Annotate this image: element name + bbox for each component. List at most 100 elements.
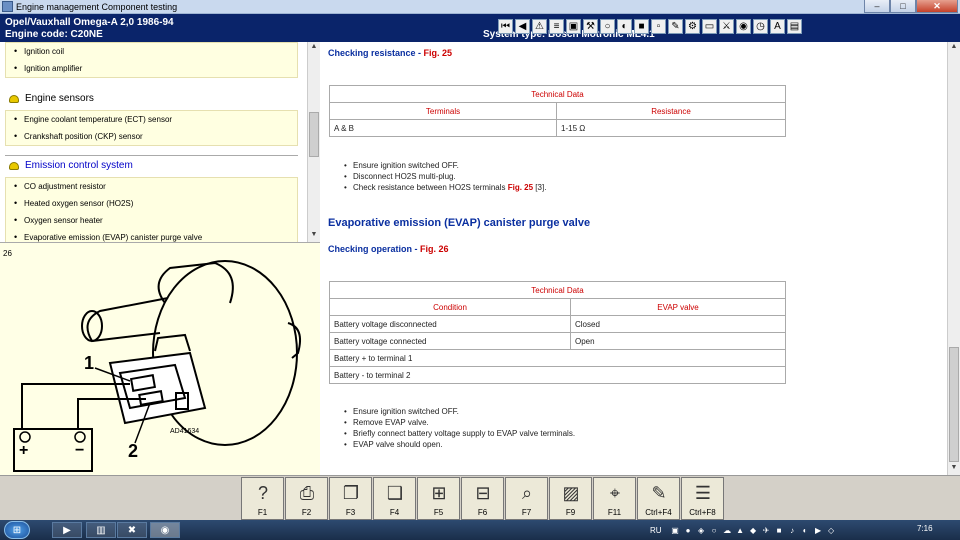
fkey-label: F2 [301, 508, 312, 517]
nav-item-ect-sensor[interactable]: • Engine coolant temperature (ECT) sensor [6, 111, 297, 128]
engine-icon[interactable]: ⚔ [719, 19, 734, 34]
fig-26-link[interactable]: Fig. 26 [420, 244, 449, 254]
nav-heading-emission-control[interactable]: Emission control system [5, 155, 298, 175]
tray-icon[interactable]: ◆ [748, 525, 759, 536]
system-tray: RU ▣ ● ◈ ○ ☁ ▲ ◆ ✈ ■ ♪ ◐ ▶ ◇ [650, 520, 837, 540]
app-icon[interactable]: ✖ [117, 522, 147, 538]
fkey-label: F4 [389, 508, 400, 517]
tray-icon[interactable]: ▶ [813, 525, 824, 536]
fig-25-link[interactable]: Fig. 25 [508, 183, 533, 192]
table-cell: 1-15 Ω [556, 119, 786, 137]
nav-item-evap-valve[interactable]: • Evaporative emission (EVAP) canister pu… [6, 229, 297, 242]
warning-lamp-icon [9, 162, 19, 170]
minimize-button[interactable]: – [864, 0, 890, 13]
content-scrollbar[interactable]: ▲ ▼ [947, 42, 960, 475]
list-icon: ☰ [694, 483, 712, 503]
text-icon[interactable]: A [770, 19, 785, 34]
fkey-label: F5 [433, 508, 444, 517]
settings-icon[interactable]: ⚙ [685, 19, 700, 34]
fkey-f5[interactable]: ⊞ F5 [417, 477, 460, 520]
chart-icon[interactable]: ≡ [549, 19, 564, 34]
clock-icon[interactable]: ◷ [753, 19, 768, 34]
fkey-ctrl-f4[interactable]: ✎ Ctrl+F4 [637, 477, 680, 520]
fkey-label: F6 [477, 508, 488, 517]
bulb-icon[interactable]: ◉ [736, 19, 751, 34]
nav-item-oxygen-heater[interactable]: • Oxygen sensor heater [6, 212, 297, 229]
prev-icon[interactable]: ◀ [515, 19, 530, 34]
table-cell: Open [570, 332, 786, 350]
maximize-button[interactable]: □ [890, 0, 916, 13]
media-player-icon[interactable]: ▶ [52, 522, 82, 538]
scroll-up-icon[interactable]: ▲ [949, 43, 959, 53]
tray-icon[interactable]: ◐ [800, 525, 811, 536]
page-icon[interactable]: ▤ [787, 19, 802, 34]
nav-item-co-resistor[interactable]: • CO adjustment resistor [6, 178, 297, 195]
fkey-f1[interactable]: ? F1 [241, 477, 284, 520]
window-controls: – □ ✕ [864, 0, 958, 13]
tray-icon[interactable]: ◇ [826, 525, 837, 536]
fkey-f11[interactable]: ⌖ F11 [593, 477, 636, 520]
fkey-f4[interactable]: ❑ F4 [373, 477, 416, 520]
first-icon[interactable]: ⏮ [498, 19, 513, 34]
list-item: Briefly connect battery voltage supply t… [340, 428, 575, 439]
nav-item-ignition-amplifier[interactable]: • Ignition amplifier [6, 60, 297, 77]
fkey-f3[interactable]: ❐ F3 [329, 477, 372, 520]
language-indicator[interactable]: RU [650, 526, 662, 535]
list-item: Remove EVAP valve. [340, 417, 575, 428]
fkey-f7[interactable]: ⌕ F7 [505, 477, 548, 520]
image-icon[interactable]: ▣ [566, 19, 581, 34]
nav-item-label: Ignition amplifier [24, 64, 83, 73]
tray-icon[interactable]: ✈ [761, 525, 772, 536]
nav-scrollbar[interactable]: ▲ ▼ [307, 42, 320, 242]
section-heading-evap: Evaporative emission (EVAP) canister pur… [328, 217, 591, 229]
close-button[interactable]: ✕ [916, 0, 958, 13]
nav-item-ckp-sensor[interactable]: • Crankshaft position (CKP) sensor [6, 128, 297, 145]
tray-icon[interactable]: ■ [774, 525, 785, 536]
scroll-down-icon[interactable]: ▼ [949, 464, 959, 474]
wheel-icon[interactable]: ○ [600, 19, 615, 34]
warning-icon[interactable]: ⚠ [532, 19, 547, 34]
nav-item-label: Crankshaft position (CKP) sensor [24, 132, 143, 141]
function-keys: ? F1 ⎙ F2 ❐ F3 ❑ F4 ⊞ F5 ⊟ F6 ⌕ F7 ▨ F9 ⌖ F11 ✎ Ctrl+F4 ☰ Ctr… [241, 477, 724, 520]
nav-item-ignition-coil[interactable]: • Ignition coil [6, 43, 297, 60]
table-cell: Battery - to terminal 2 [329, 366, 786, 384]
tray-icon[interactable]: ♪ [787, 525, 798, 536]
scroll-up-icon[interactable]: ▲ [309, 43, 319, 53]
explorer-icon[interactable]: ▥ [86, 522, 116, 538]
table-cell: Battery + to terminal 1 [329, 349, 786, 367]
step-text: [3]. [533, 183, 547, 192]
tray-icon[interactable]: ▣ [670, 525, 681, 536]
clock[interactable]: 7:16 [917, 524, 933, 533]
scroll-thumb[interactable] [309, 112, 319, 157]
tray-icon[interactable]: ▲ [735, 525, 746, 536]
car-icon[interactable]: ■ [634, 19, 649, 34]
title-bar: Engine management Component testing – □ … [0, 0, 960, 14]
battery-icon[interactable]: ▭ [702, 19, 717, 34]
tray-icon[interactable]: ● [683, 525, 694, 536]
component-icon: ▨ [562, 483, 580, 503]
help-icon: ? [257, 483, 268, 503]
nav-item-ho2s[interactable]: • Heated oxygen sensor (HO2S) [6, 195, 297, 212]
nav-heading-engine-sensors[interactable]: Engine sensors [5, 89, 298, 109]
start-button[interactable]: ⊞ [4, 521, 30, 539]
fkey-label: F11 [607, 508, 622, 517]
scroll-thumb[interactable] [949, 347, 959, 462]
fig-25-link[interactable]: Fig. 25 [424, 48, 453, 58]
tray-icon[interactable]: ○ [709, 525, 720, 536]
fkey-f2[interactable]: ⎙ F2 [285, 477, 328, 520]
scroll-down-icon[interactable]: ▼ [309, 231, 319, 241]
tools-icon[interactable]: ⚒ [583, 19, 598, 34]
gauge-icon[interactable]: ◐ [617, 19, 632, 34]
autodata-icon[interactable]: ◉ [150, 522, 180, 538]
brush-icon[interactable]: ✎ [668, 19, 683, 34]
evap-steps: Ensure ignition switched OFF. Remove EVA… [340, 406, 575, 450]
fkey-f9[interactable]: ▨ F9 [549, 477, 592, 520]
door-icon[interactable]: ▫ [651, 19, 666, 34]
tray-icon[interactable]: ◈ [696, 525, 707, 536]
subheading-text: Checking operation - [328, 244, 421, 254]
fkey-label: Ctrl+F8 [689, 508, 716, 517]
fkey-ctrl-f8[interactable]: ☰ Ctrl+F8 [681, 477, 724, 520]
tray-icon[interactable]: ☁ [722, 525, 733, 536]
list-item: Disconnect HO2S multi-plug. [340, 171, 546, 182]
fkey-f6[interactable]: ⊟ F6 [461, 477, 504, 520]
